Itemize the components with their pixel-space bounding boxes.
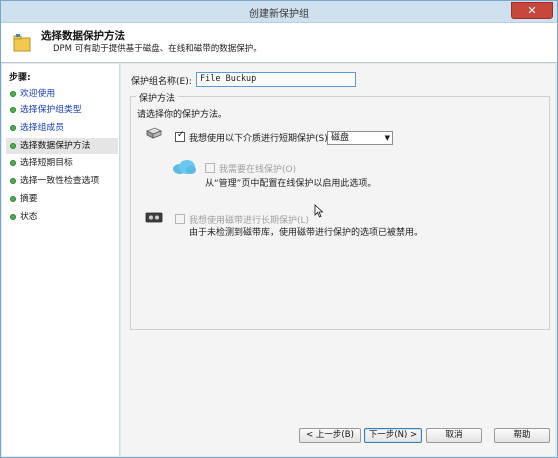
protection-method-group: 保护方法 请选择你的保护方法。 我想使用以下介质进行短期保护(S): 磁盘 ▼ …: [130, 91, 550, 330]
folder-icon: [13, 34, 31, 52]
page-title: 选择数据保护方法: [41, 30, 125, 42]
short-term-checkbox[interactable]: [175, 130, 185, 142]
wizard-window: 创建新保护组 ✕ 选择数据保护方法 DPM 可有助于提供基于磁盘、在线和磁带的数…: [0, 0, 558, 458]
sidebar-item-label: 状态: [20, 212, 38, 222]
title-bar[interactable]: 创建新保护组 ✕: [1, 1, 557, 23]
sidebar-item-label: 欢迎使用: [20, 89, 56, 99]
step-dot-icon: [10, 107, 16, 113]
sidebar-item-label: 摘要: [20, 194, 38, 204]
back-button[interactable]: < 上一步(B): [299, 428, 361, 443]
long-term-note: 由于未检测到磁带库，使用磁带进行保护的选项已被禁用。: [189, 228, 424, 238]
steps-label: 步骤:: [9, 73, 31, 83]
step-dot-icon: [10, 160, 16, 166]
online-protection-checkbox[interactable]: [205, 163, 215, 173]
sidebar-item-label: 选择短期目标: [20, 158, 73, 168]
sidebar-item-welcome[interactable]: 欢迎使用: [6, 86, 118, 102]
step-dot-icon: [10, 143, 16, 149]
page-description: DPM 可有助于提供基于磁盘、在线和磁带的数据保护。: [53, 44, 262, 54]
group-name-label: 保护组名称(E):: [131, 77, 192, 87]
next-button[interactable]: 下一步(N) >: [364, 428, 422, 443]
sidebar-item-short-term-goals: 选择短期目标: [6, 155, 118, 171]
main-panel: 保护组名称(E): File Buckup 保护方法 请选择你的保护方法。 我想…: [121, 64, 555, 420]
sidebar-item-label: 选择一致性检查选项: [20, 176, 100, 186]
mouse-cursor-icon: [314, 204, 324, 218]
sidebar-item-group-type[interactable]: 选择保护组类型: [6, 102, 118, 118]
sidebar-item-consistency-check: 选择一致性检查选项: [6, 173, 118, 189]
group-title: 保护方法: [136, 91, 179, 104]
sidebar-item-group-members[interactable]: 选择组成员: [6, 120, 118, 136]
sidebar-item-protection-method[interactable]: 选择数据保护方法: [6, 138, 118, 154]
long-term-checkbox[interactable]: [175, 214, 185, 224]
close-button[interactable]: ✕: [511, 2, 553, 19]
sidebar-item-label: 选择数据保护方法: [20, 141, 91, 151]
step-dot-icon: [10, 214, 16, 220]
select-value: 磁盘: [331, 133, 350, 143]
short-term-label: 我想使用以下介质进行短期保护(S):: [189, 134, 331, 144]
chevron-down-icon: ▼: [384, 134, 390, 142]
cancel-button[interactable]: 取消: [426, 428, 482, 443]
sidebar-item-status: 状态: [6, 209, 118, 225]
sidebar-item-summary: 摘要: [6, 191, 118, 207]
group-hint: 请选择你的保护方法。: [137, 110, 228, 120]
group-name-input[interactable]: File Buckup: [196, 72, 356, 87]
cloud-icon: [173, 160, 196, 174]
online-protection-label: 我需要在线保护(O): [219, 165, 297, 175]
step-dot-icon: [10, 91, 16, 97]
online-protection-note: 从“管理”页中配置在线保护以启用此选项。: [205, 179, 377, 189]
help-button[interactable]: 帮助: [494, 428, 550, 443]
steps-sidebar: 步骤: 欢迎使用 选择保护组类型 选择组成员 选择数据保护方法 选择短期目标 选…: [2, 64, 120, 456]
wizard-header: 选择数据保护方法 DPM 可有助于提供基于磁盘、在线和磁带的数据保护。: [1, 23, 557, 63]
step-dot-icon: [10, 125, 16, 131]
sidebar-item-label: 选择保护组类型: [20, 105, 82, 115]
step-dot-icon: [10, 178, 16, 184]
tape-icon: [145, 212, 163, 223]
disk-icon: [146, 127, 162, 139]
short-term-media-select[interactable]: 磁盘 ▼: [327, 131, 393, 145]
window-title: 创建新保护组: [249, 9, 309, 20]
sidebar-item-label: 选择组成员: [20, 123, 64, 133]
step-dot-icon: [10, 196, 16, 202]
wizard-footer: < 上一步(B) 下一步(N) > 取消 帮助: [121, 420, 555, 456]
